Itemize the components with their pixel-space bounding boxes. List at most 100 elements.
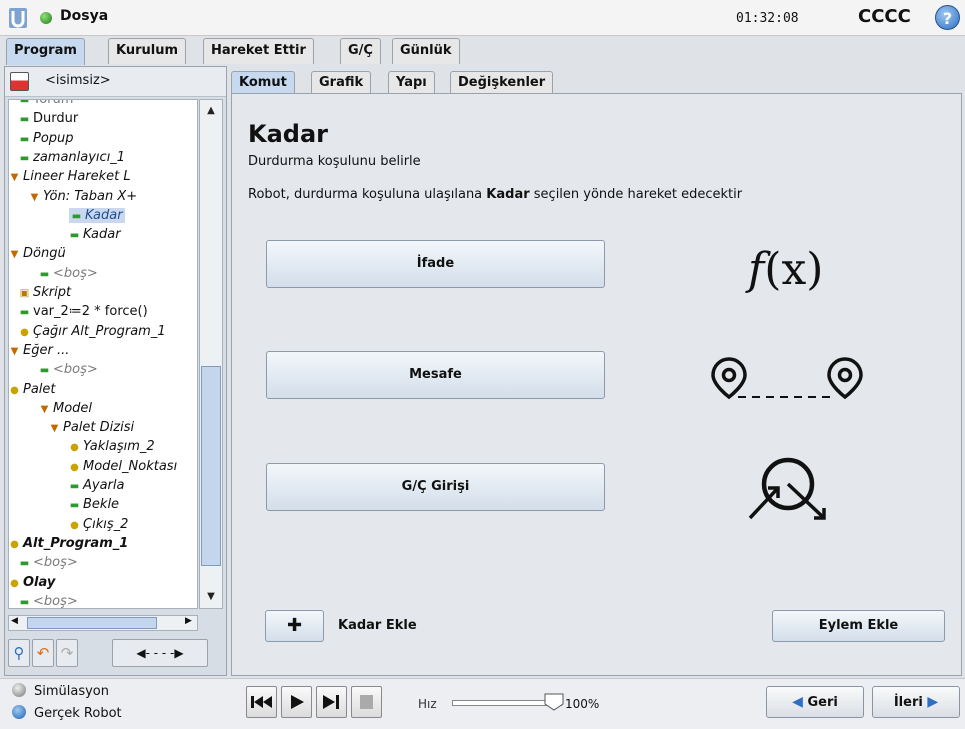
- tree-node-label: Durdur: [33, 111, 79, 127]
- tree-node-label: Palet: [23, 381, 56, 397]
- tree-node[interactable]: ▬ Kadar: [69, 207, 125, 223]
- tree-node[interactable]: ● Yaklaşım_2: [69, 439, 155, 454]
- fx-rest: (x): [764, 244, 824, 295]
- tree-node[interactable]: ▬ Yorum: [19, 100, 74, 107]
- tree-vertical-scrollbar[interactable]: ▲ ▼: [199, 99, 223, 609]
- tree-node-label: Çıkış_2: [83, 516, 129, 532]
- expression-button[interactable]: İfade: [266, 240, 605, 288]
- tree-node[interactable]: ▬ Ayarla: [69, 478, 125, 493]
- tree-node[interactable]: ▬ <boş>: [39, 266, 98, 281]
- simulation-radio-icon[interactable]: [12, 683, 26, 697]
- stop-button[interactable]: [351, 686, 382, 718]
- tree-node[interactable]: ▬ Popup: [19, 131, 74, 146]
- tab-degiskenler[interactable]: Değişkenler: [450, 71, 554, 94]
- tree-node[interactable]: ● Çıkış_2: [69, 517, 128, 532]
- scroll-thumb[interactable]: [201, 366, 221, 566]
- distance-icon: [711, 357, 863, 400]
- desc-text-after: seçilen yönde hareket edecektir: [529, 187, 743, 202]
- tree-node[interactable]: ▼ Yön: Taban X+: [29, 188, 138, 204]
- tab-gc[interactable]: G/Ç: [340, 38, 381, 64]
- save-icon[interactable]: [10, 72, 29, 91]
- tree-node-icon: ▬: [19, 114, 30, 126]
- program-header: <isimsiz>: [5, 67, 226, 97]
- tree-node[interactable]: ▣ Skript: [19, 285, 71, 300]
- tree-node[interactable]: ● Alt_Program_1: [9, 536, 128, 551]
- tree-node-icon: ▬: [39, 365, 50, 377]
- tree-node[interactable]: ▬ <boş>: [19, 555, 78, 570]
- skip-back-icon: [251, 696, 272, 708]
- tree-node[interactable]: ▬ var_2≔2 * force(): [19, 304, 148, 319]
- scroll-up-icon[interactable]: ▲: [200, 102, 222, 120]
- desc-text-before: Robot, durdurma koşuluna ulaşılana: [248, 187, 487, 202]
- simulation-radio[interactable]: Simülasyon: [12, 683, 109, 699]
- tree-node[interactable]: ▼ Lineer Hareket L: [9, 169, 131, 184]
- tree-node-icon: ●: [70, 442, 79, 454]
- tree-node[interactable]: ▼ Palet Dizisi: [49, 420, 134, 435]
- real-robot-radio[interactable]: Gerçek Robot: [12, 705, 122, 721]
- tab-program[interactable]: Program: [6, 38, 85, 65]
- distance-button[interactable]: Mesafe: [266, 351, 605, 399]
- tree-node-label: zamanlayıcı_1: [33, 149, 126, 165]
- tree-node[interactable]: ● Çağır Alt_Program_1: [19, 324, 166, 339]
- tree-node[interactable]: ▬ Bekle: [69, 497, 119, 512]
- tree-node[interactable]: ▼ Model: [39, 401, 92, 416]
- tab-kurulum[interactable]: Kurulum: [108, 38, 187, 64]
- tree-node[interactable]: ● Olay: [9, 575, 55, 590]
- add-action-button[interactable]: Eylem Ekle: [772, 610, 945, 642]
- tree-node[interactable]: ▬ <boş>: [39, 362, 98, 377]
- tree-node-icon: ●: [10, 538, 19, 550]
- tree-node-label: Döngü: [23, 246, 66, 262]
- hscroll-thumb[interactable]: [27, 617, 157, 629]
- tree-node-label: Model_Noktası: [83, 458, 178, 474]
- speed-slider-knob[interactable]: [544, 693, 564, 711]
- tree-node-icon: ▬: [69, 481, 80, 492]
- speed-label: Hız: [418, 697, 437, 711]
- tree-node-label: Çağır Alt_Program_1: [33, 323, 166, 339]
- tree-node[interactable]: ▼ Döngü: [9, 246, 66, 261]
- tree-node[interactable]: ▼ Eğer ...: [9, 343, 70, 358]
- play-button[interactable]: [281, 686, 312, 718]
- tree-node-icon: ▬: [19, 152, 30, 164]
- tab-yapi[interactable]: Yapı: [388, 71, 435, 94]
- file-status-icon[interactable]: [40, 12, 52, 24]
- tab-grafik[interactable]: Grafik: [311, 71, 372, 94]
- tree-node-icon: ▣: [19, 288, 30, 299]
- tree-node[interactable]: ▬ Durdur: [19, 111, 78, 126]
- scroll-left-icon[interactable]: ◀: [11, 616, 18, 626]
- tree-node-label: Kadar: [85, 207, 123, 223]
- file-menu[interactable]: Dosya: [60, 8, 108, 24]
- tab-hareket-ettir[interactable]: Hareket Ettir: [203, 38, 314, 64]
- stop-icon: [360, 695, 373, 709]
- tree-node[interactable]: ● Model_Noktası: [69, 459, 177, 474]
- search-icon[interactable]: ⚲: [8, 639, 30, 667]
- program-tree[interactable]: ▬ Yorum ▬ Durdur ▬ Popup ▬ zamanlayıcı_1 ▼ Lineer…: [8, 99, 198, 609]
- help-icon[interactable]: ?: [935, 5, 960, 30]
- tree-node-icon: ▬: [19, 558, 30, 570]
- tab-gunluk[interactable]: Günlük: [392, 38, 460, 64]
- tree-node-label: Yön: Taban X+: [43, 188, 138, 204]
- tree-node[interactable]: ▬ <boş>: [19, 594, 78, 608]
- step-button[interactable]: [316, 686, 347, 718]
- next-button[interactable]: İleri ▶: [872, 686, 960, 718]
- tree-node[interactable]: ▬ zamanlayıcı_1: [19, 150, 125, 165]
- top-bar: Dosya 01:32:08 CCCC ?: [0, 0, 965, 36]
- back-button[interactable]: ◀ Geri: [766, 686, 864, 718]
- collapse-expand-icon[interactable]: ◀- - - -▶: [112, 639, 208, 667]
- real-robot-radio-icon[interactable]: [12, 705, 26, 719]
- tree-horizontal-scrollbar[interactable]: ◀ ▶: [8, 615, 198, 631]
- undo-icon[interactable]: ↶: [32, 639, 54, 667]
- tree-node[interactable]: ▬ Kadar: [69, 227, 121, 242]
- page-subtitle: Durdurma koşulunu belirle: [248, 154, 421, 169]
- scroll-down-icon[interactable]: ▼: [200, 588, 222, 606]
- scroll-right-icon[interactable]: ▶: [185, 616, 192, 626]
- tree-node-label: var_2≔2 * force(): [33, 304, 148, 320]
- tab-komut[interactable]: Komut: [231, 71, 295, 95]
- real-robot-label: Gerçek Robot: [34, 706, 122, 721]
- rewind-button[interactable]: [246, 686, 277, 718]
- tree-node-icon: ▼: [10, 345, 19, 357]
- add-until-icon[interactable]: ✚: [265, 610, 324, 642]
- redo-icon[interactable]: ↷: [56, 639, 78, 667]
- io-input-button[interactable]: G/Ç Girişi: [266, 463, 605, 511]
- tree-node-icon: ▬: [19, 133, 30, 145]
- tree-node[interactable]: ● Palet: [9, 381, 56, 397]
